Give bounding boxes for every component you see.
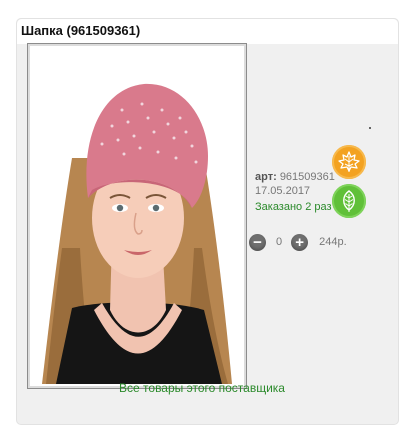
leaf-button[interactable] <box>332 184 366 218</box>
price: 244р. <box>319 236 347 248</box>
product-photo[interactable] <box>32 48 242 384</box>
plus-circle-icon[interactable]: + <box>291 233 309 251</box>
product-card: Шапка (961509361) арт: 961509361 17.05.2… <box>16 18 399 425</box>
product-photo-frame[interactable] <box>27 43 247 389</box>
title-bar: Шапка (961509361) <box>17 19 398 44</box>
minus-circle-icon[interactable]: − <box>249 233 266 251</box>
supplier-products-link[interactable]: Все товары этого поставщика <box>0 381 404 395</box>
quantity-value: 0 <box>276 236 283 248</box>
quantity-stepper: − 0 + 244р. <box>249 233 347 251</box>
article-number: 961509361 <box>279 171 335 183</box>
dot-divider <box>369 127 371 129</box>
maple-leaf-icon <box>338 151 360 172</box>
leaf-icon <box>343 190 355 212</box>
maple-leaf-button[interactable] <box>332 145 366 179</box>
article-label: арт: <box>255 171 277 183</box>
product-title: Шапка (961509361) <box>21 23 141 38</box>
product-photo-image <box>32 48 242 384</box>
